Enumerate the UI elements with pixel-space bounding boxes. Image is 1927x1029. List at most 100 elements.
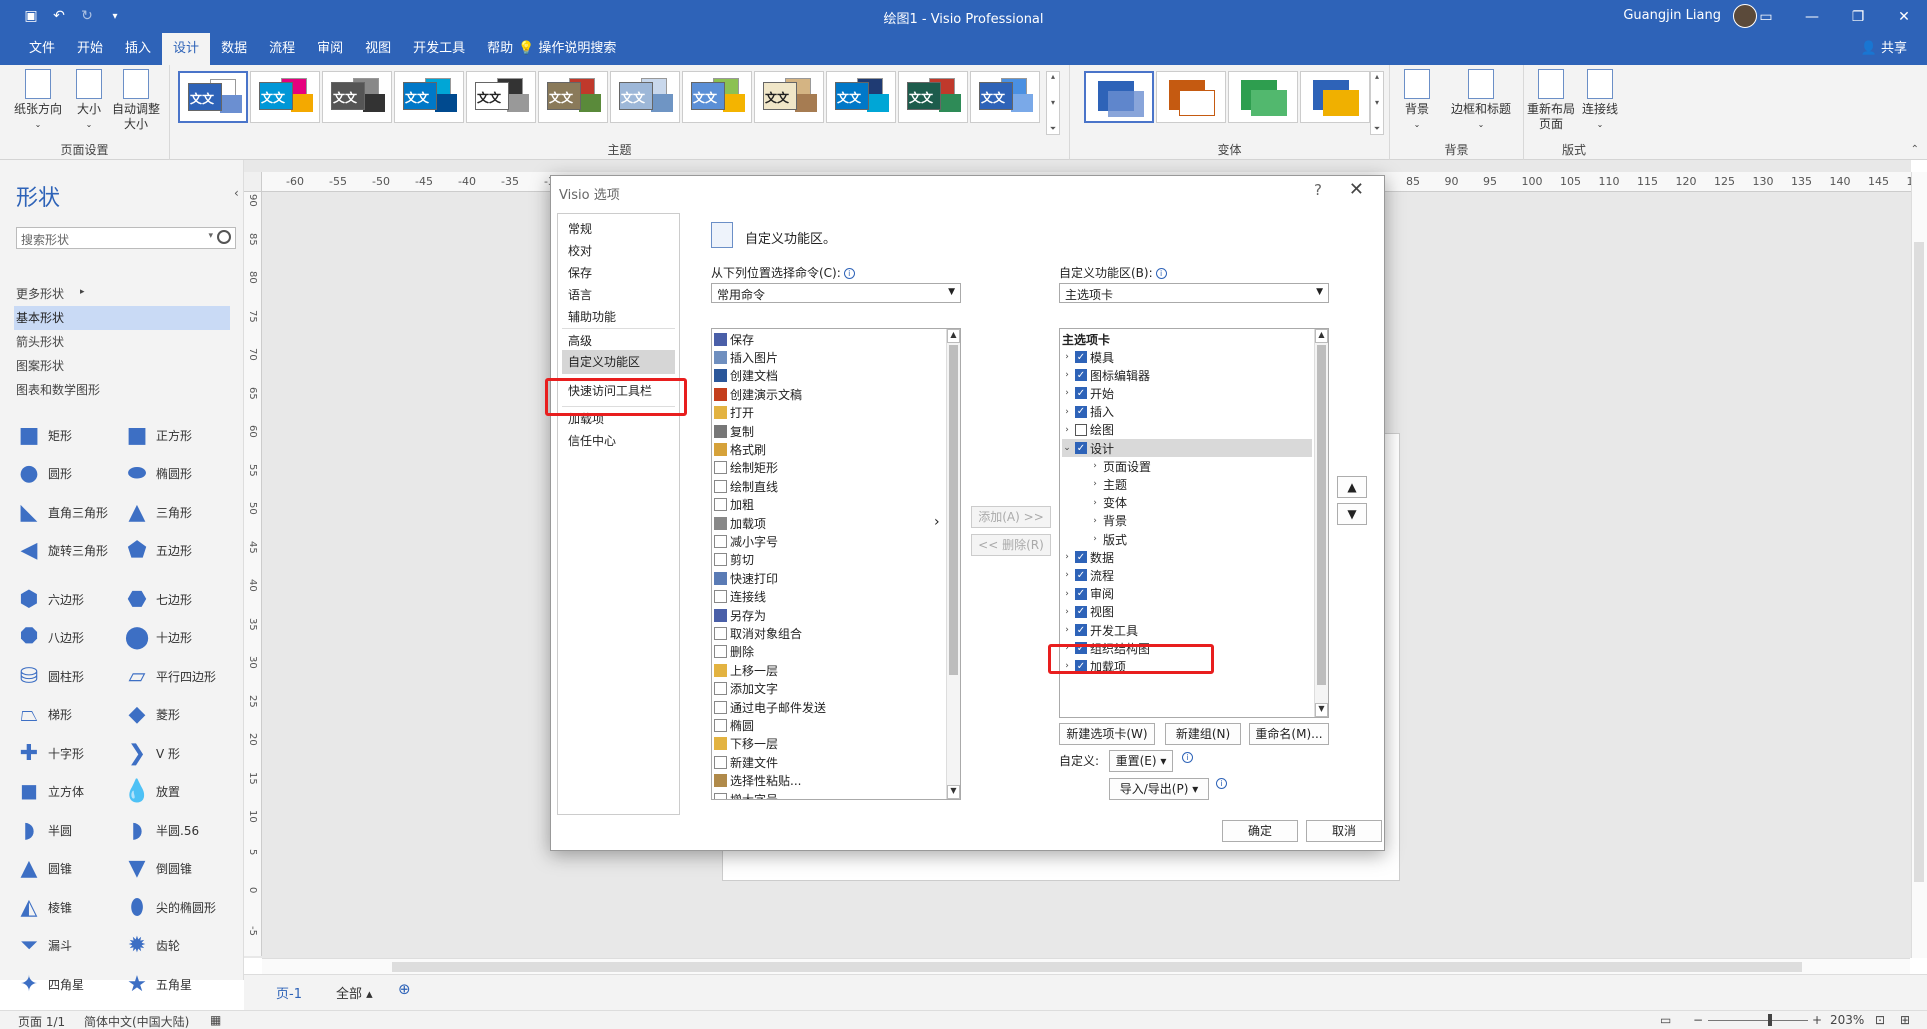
commands-list[interactable]: 保存 插入图片 创建文档 创建演示文稿 打开 复制 格式刷 绘制矩形 绘制直线 加粗 加载项 减小字号… — [711, 328, 961, 800]
tab-checkbox[interactable]: ✓ — [1075, 605, 1087, 618]
import-export-info-icon[interactable]: i — [1213, 776, 1227, 790]
theme-2[interactable]: 文文 — [250, 71, 320, 123]
shape-item[interactable]: ◗ 半圆 — [16, 817, 72, 843]
tab-checkbox[interactable]: ✓ — [1075, 442, 1087, 454]
command-item[interactable]: 取消对象组合 — [714, 624, 802, 642]
tree-item[interactable]: › ✓ 开发工具 — [1062, 621, 1138, 639]
shape-item[interactable]: ◣ 直角三角形 — [16, 499, 108, 525]
size-button[interactable]: 大小 ⌄ — [76, 69, 102, 132]
stencil-1[interactable]: 基本形状 — [14, 306, 230, 330]
zoom-slider-thumb[interactable] — [1768, 1014, 1772, 1026]
dialog-close-icon[interactable]: ✕ — [1349, 179, 1364, 200]
tab-checkbox[interactable]: ✓ — [1075, 587, 1087, 600]
command-item[interactable]: 连接线 — [714, 588, 766, 606]
shape-item[interactable]: ■ 正方形 — [124, 422, 192, 448]
tree-item[interactable]: › ✓ 图标编辑器 — [1062, 366, 1150, 384]
tab-checkbox[interactable]: ✓ — [1075, 387, 1087, 400]
command-item[interactable]: 创建演示文稿 — [714, 385, 802, 403]
chevron-right-icon[interactable]: › — [1062, 370, 1072, 380]
theme-9[interactable]: 文文 — [754, 71, 824, 123]
tab-checkbox[interactable]: ✓ — [1075, 624, 1087, 636]
scroll-up-icon[interactable]: ▲ — [1315, 329, 1328, 343]
collapse-pane-icon[interactable]: ‹ — [234, 186, 239, 200]
shape-item[interactable]: ◀ 旋转三角形 — [16, 538, 108, 564]
shape-item[interactable]: ◆ 菱形 — [124, 702, 180, 728]
info-icon[interactable]: i — [843, 268, 855, 279]
status-page[interactable]: 页面 1/1 — [18, 1013, 65, 1029]
tree-item[interactable]: › ✓ 开始 — [1062, 384, 1114, 402]
shape-item[interactable]: ⏢ 梯形 — [16, 702, 72, 728]
theme-8[interactable]: 文文 — [682, 71, 752, 123]
command-item[interactable]: 减小字号 — [714, 532, 778, 550]
nav-item-9[interactable]: 信任中心 — [568, 432, 616, 449]
menu-tab-1[interactable]: 开始 — [66, 33, 114, 65]
chevron-right-icon[interactable]: › — [1062, 352, 1072, 362]
status-language[interactable]: 简体中文(中国大陆) — [84, 1013, 189, 1029]
commands-scroll-thumb[interactable] — [949, 345, 958, 675]
page-tab-1[interactable]: 页-1 — [276, 983, 302, 1002]
command-item[interactable]: 打开 — [714, 404, 754, 422]
user-name[interactable]: Guangjin Liang — [1623, 8, 1721, 23]
chevron-right-icon[interactable]: › — [1090, 498, 1100, 508]
menu-tab-4[interactable]: 数据 — [210, 33, 258, 65]
chevron-right-icon[interactable]: › — [1062, 607, 1072, 617]
menu-tab-9[interactable]: 帮助 — [476, 33, 524, 65]
command-item[interactable]: 快速打印 — [714, 569, 778, 587]
shape-item[interactable]: ● 圆形 — [16, 461, 72, 487]
command-item[interactable]: 加粗 — [714, 496, 754, 514]
tab-checkbox[interactable]: ✓ — [1075, 351, 1087, 363]
tree-item[interactable]: › ✓ 视图 — [1062, 603, 1114, 621]
shape-item[interactable]: ◭ 棱锥 — [16, 894, 72, 920]
shape-item[interactable]: ✦ 四角星 — [16, 971, 84, 997]
horizontal-scroll-thumb[interactable] — [392, 962, 1802, 972]
theme-4[interactable]: 文文 — [394, 71, 464, 123]
chevron-right-icon[interactable]: › — [1090, 516, 1100, 526]
tree-item[interactable]: ⌄ ✓ 设计 — [1062, 439, 1312, 457]
menu-tab-8[interactable]: 开发工具 — [402, 33, 476, 65]
scroll-down-icon[interactable]: ▼ — [947, 785, 960, 799]
search-icon[interactable] — [217, 230, 231, 244]
tab-checkbox[interactable] — [1075, 423, 1087, 436]
shape-item[interactable]: ▼ 倒圆锥 — [124, 856, 192, 882]
command-item[interactable]: 复制 — [714, 422, 754, 440]
tree-item[interactable]: › ✓ 数据 — [1062, 548, 1114, 566]
variant-2[interactable] — [1156, 71, 1226, 123]
nav-item-0[interactable]: 常规 — [568, 220, 592, 237]
menu-tab-2[interactable]: 插入 — [114, 33, 162, 65]
zoom-slider[interactable] — [1708, 1020, 1808, 1021]
borders-titles-button[interactable]: 边框和标题 ⌄ — [1446, 69, 1516, 132]
tab-checkbox[interactable]: ✓ — [1075, 551, 1087, 564]
tree-item[interactable]: › ✓ 审阅 — [1062, 585, 1114, 603]
cancel-button[interactable]: 取消 — [1306, 820, 1382, 842]
search-shapes-input[interactable]: 搜索形状 ▾ — [16, 227, 236, 249]
command-item[interactable]: 绘制直线 — [714, 477, 778, 495]
more-shapes-arrow-icon[interactable]: ▸ — [80, 287, 85, 297]
presentation-mode-icon[interactable]: ▭ — [1660, 1013, 1671, 1027]
command-item[interactable]: 插入图片 — [714, 348, 778, 366]
chevron-right-icon[interactable]: › — [1090, 534, 1100, 544]
reset-dropdown[interactable]: 重置(E) ▾ — [1109, 750, 1173, 772]
shape-item[interactable]: ★ 五角星 — [124, 971, 192, 997]
shape-item[interactable]: ▱ 平行四边形 — [124, 663, 216, 689]
vertical-scroll-thumb[interactable] — [1914, 242, 1924, 882]
chevron-right-icon[interactable]: › — [1062, 552, 1072, 562]
close-icon[interactable]: ✕ — [1881, 0, 1927, 33]
stencil-3[interactable]: 图案形状 — [0, 354, 230, 378]
zoom-in-icon[interactable]: + — [1812, 1013, 1822, 1027]
shape-item[interactable]: ◼ 立方体 — [16, 779, 84, 805]
chevron-right-icon[interactable]: › — [1062, 589, 1072, 599]
theme-3[interactable]: 文文 — [322, 71, 392, 123]
menu-tab-0[interactable]: 文件 — [18, 33, 66, 65]
variant-4[interactable] — [1300, 71, 1370, 123]
shape-item[interactable]: ▲ 三角形 — [124, 499, 192, 525]
command-item[interactable]: 保存 — [714, 330, 754, 348]
minimize-icon[interactable]: — — [1789, 0, 1835, 33]
chevron-right-icon[interactable]: › — [1090, 479, 1100, 489]
background-button[interactable]: 背景 ⌄ — [1404, 69, 1430, 132]
move-down-button[interactable]: ▼ — [1337, 503, 1367, 525]
chevron-right-icon[interactable]: › — [1090, 461, 1100, 471]
themes-gallery-scroll[interactable]: ▴ ▾ ⏷ — [1046, 71, 1060, 135]
shape-item[interactable]: ⬤ 十边形 — [124, 625, 192, 651]
ok-button[interactable]: 确定 — [1222, 820, 1298, 842]
shape-item[interactable]: ⬟ 五边形 — [124, 538, 192, 564]
